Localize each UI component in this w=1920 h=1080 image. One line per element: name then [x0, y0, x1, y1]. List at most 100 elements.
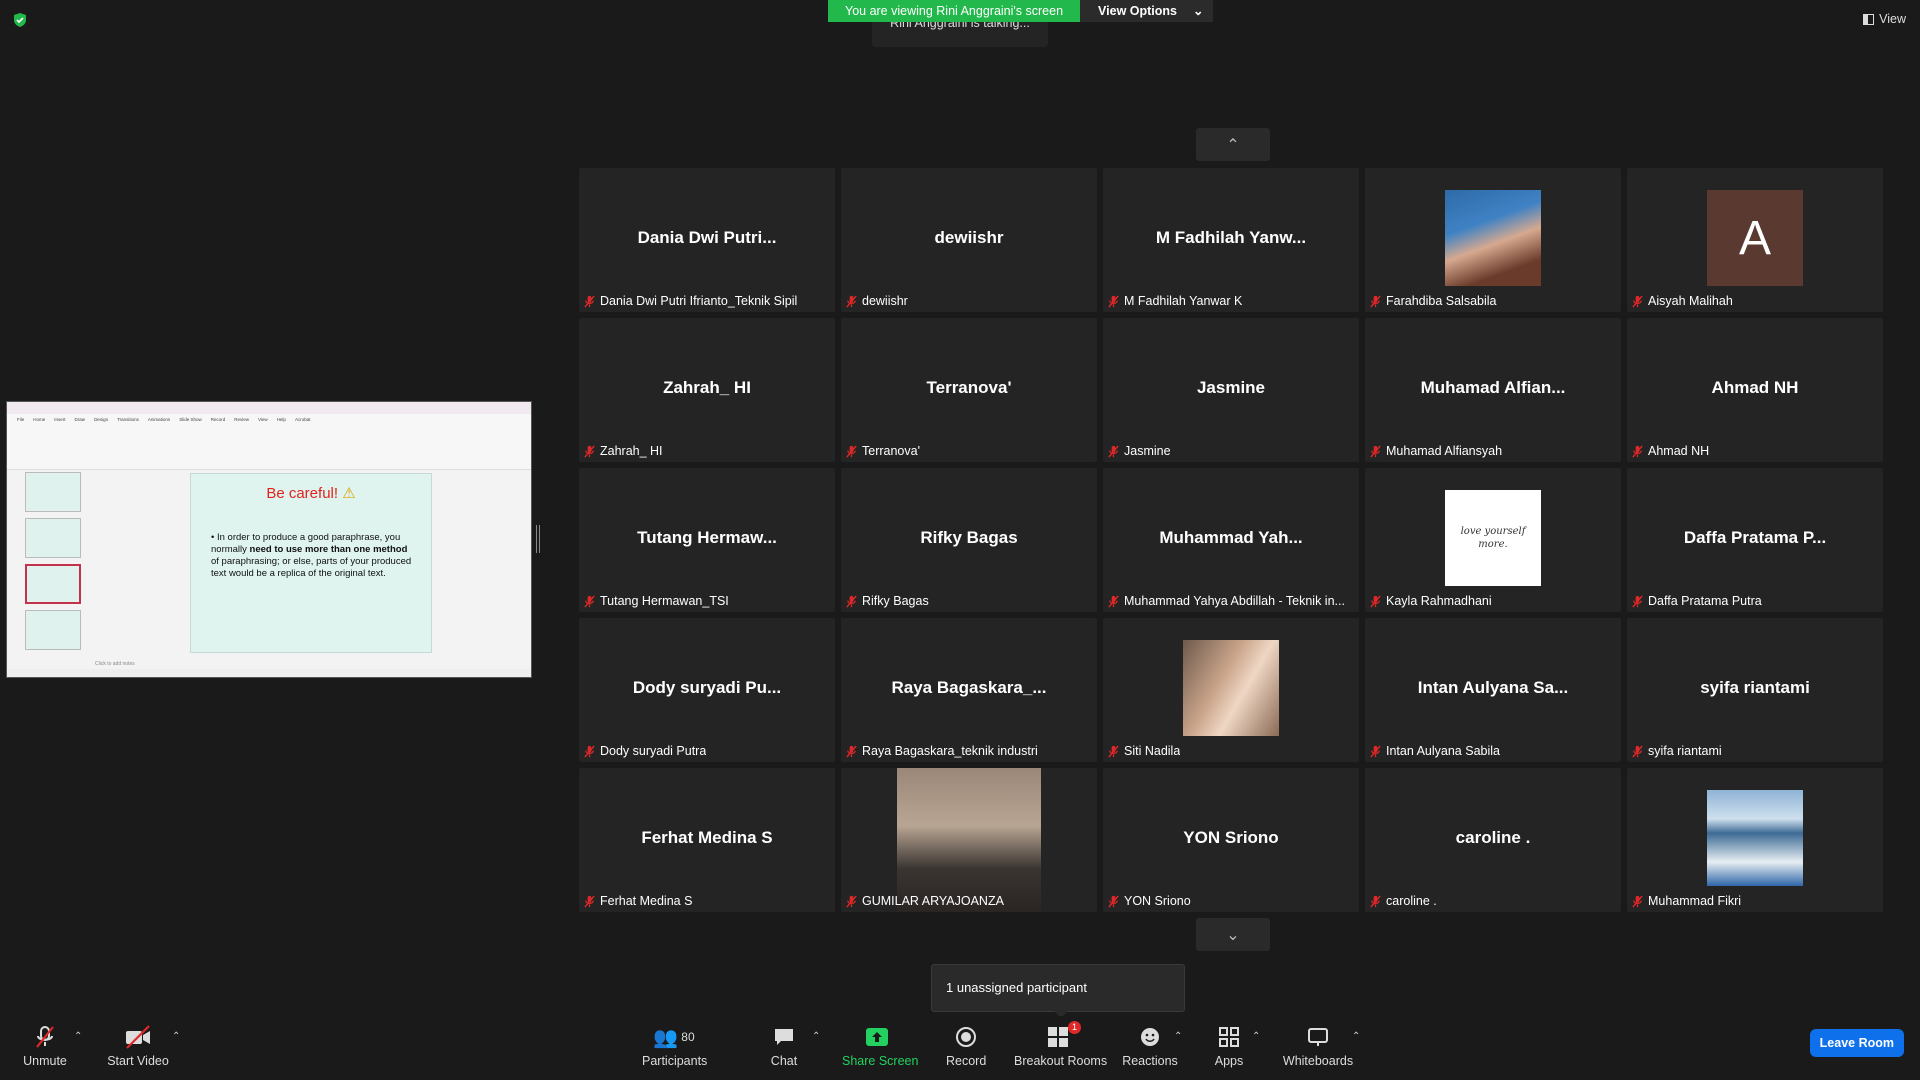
muted-mic-icon — [584, 744, 595, 758]
meeting-toolbar: Unmute ⌃ Start Video ⌃ 👥 80 Participants … — [0, 1016, 1920, 1080]
slide-thumbnails — [15, 472, 83, 667]
ribbon-tab: Acrobat — [294, 417, 311, 422]
participant-tile[interactable]: Ferhat Medina S Ferhat Medina S — [579, 768, 835, 912]
share-screen-label: Share Screen — [842, 1054, 919, 1068]
chat-options-caret[interactable]: ⌃ — [812, 1031, 820, 1042]
unassigned-participant-popover[interactable]: 1 unassigned participant — [931, 964, 1185, 1018]
participant-tile[interactable]: Jasmine Jasmine — [1103, 318, 1359, 462]
participant-tile[interactable]: syifa riantami syifa riantami — [1627, 618, 1883, 762]
participant-tile[interactable]: Dody suryadi Pu... Dody suryadi Putra — [579, 618, 835, 762]
page-up-button[interactable]: ⌃ — [1196, 128, 1270, 161]
participant-name-tag: Rifky Bagas — [845, 594, 929, 608]
participant-display-name: caroline . — [1455, 828, 1531, 847]
participant-name: Rifky Bagas — [862, 594, 929, 608]
record-button[interactable]: Record — [946, 1024, 986, 1068]
participant-name-tag: dewiishr — [845, 294, 908, 308]
muted-mic-icon — [584, 444, 595, 458]
video-options-caret[interactable]: ⌃ — [172, 1031, 180, 1042]
view-layout-button[interactable]: View — [1863, 12, 1906, 26]
profile-picture — [1183, 640, 1279, 736]
chevron-down-icon: ⌄ — [1226, 926, 1240, 944]
page-down-button[interactable]: ⌄ — [1196, 918, 1270, 951]
participant-tile[interactable]: Zahrah_ HI Zahrah_ HI — [579, 318, 835, 462]
participant-tile[interactable]: Intan Aulyana Sa... Intan Aulyana Sabila — [1365, 618, 1621, 762]
participant-name-tag: Terranova' — [845, 444, 920, 458]
whiteboards-options-caret[interactable]: ⌃ — [1352, 1031, 1360, 1042]
muted-mic-icon — [1632, 894, 1643, 908]
participant-tile[interactable]: Muhammad Fikri — [1627, 768, 1883, 912]
participant-display-name: Dody suryadi Pu... — [632, 678, 782, 697]
participant-tile[interactable]: GUMILAR ARYAJOANZA — [841, 768, 1097, 912]
participants-label: Participants — [642, 1054, 708, 1068]
participant-name-tag: Ferhat Medina S — [583, 894, 692, 908]
participant-name: GUMILAR ARYAJOANZA — [862, 894, 1004, 908]
participant-name: Jasmine — [1124, 444, 1171, 458]
participant-tile[interactable]: Dania Dwi Putri... Dania Dwi Putri Ifrian… — [579, 168, 835, 312]
participant-name-tag: Muhammad Yahya Abdillah - Teknik in... — [1107, 594, 1345, 608]
chat-icon — [775, 1029, 793, 1045]
breakout-rooms-button[interactable]: 1 Breakout Rooms — [1014, 1021, 1107, 1068]
participant-tile[interactable]: Farahdiba Salsabila — [1365, 168, 1621, 312]
ribbon-tab: Animations — [147, 417, 171, 422]
participant-tile[interactable]: Raya Bagaskara_... Raya Bagaskara_teknik … — [841, 618, 1097, 762]
participant-tile[interactable]: love yourself more. Kayla Rahmadhani — [1365, 468, 1621, 612]
participant-name: Kayla Rahmadhani — [1386, 594, 1492, 608]
share-screen-icon — [866, 1028, 888, 1046]
security-shield-icon[interactable] — [12, 12, 28, 28]
avatar: A — [1707, 190, 1803, 286]
unmute-button[interactable]: Unmute — [22, 1024, 68, 1068]
participant-name: Zahrah_ HI — [600, 444, 663, 458]
participants-button[interactable]: 👥 80 Participants — [642, 1024, 708, 1069]
reactions-label: Reactions — [1122, 1054, 1178, 1068]
leave-room-button[interactable]: Leave Room — [1809, 1029, 1904, 1057]
reactions-button[interactable]: Reactions — [1122, 1024, 1178, 1068]
view-options-button[interactable]: View Options ⌄ — [1080, 0, 1214, 22]
participant-name-tag: Muhamad Alfiansyah — [1369, 444, 1502, 458]
participant-tile[interactable]: Tutang Hermaw... Tutang Hermawan_TSI — [579, 468, 835, 612]
start-video-label: Start Video — [107, 1054, 169, 1068]
participant-tile[interactable]: Muhamad Alfian... Muhamad Alfiansyah — [1365, 318, 1621, 462]
participant-name: Dania Dwi Putri Ifrianto_Teknik Sipil — [600, 294, 798, 308]
participant-tile[interactable]: Siti Nadila — [1103, 618, 1359, 762]
slide-body-text-2: of paraphrasing; or else, parts of your … — [211, 556, 412, 579]
participant-tile[interactable]: Daffa Pratama P... Daffa Pratama Putra — [1627, 468, 1883, 612]
ribbon-tabs: File Home Insert Draw Design Transitions Anima… — [7, 414, 531, 425]
reactions-options-caret[interactable]: ⌃ — [1174, 1031, 1182, 1042]
chevron-down-icon: ⌄ — [1192, 4, 1204, 18]
shared-app-titlebar — [7, 402, 531, 414]
audio-options-caret[interactable]: ⌃ — [74, 1031, 82, 1042]
participant-name-tag: Tutang Hermawan_TSI — [583, 594, 729, 608]
participant-tile[interactable]: dewiishr dewiishr — [841, 168, 1097, 312]
record-label: Record — [946, 1054, 987, 1068]
ribbon-tab: Home — [33, 417, 46, 422]
participant-name: Terranova' — [862, 444, 920, 458]
participant-tile[interactable]: Rifky Bagas Rifky Bagas — [841, 468, 1097, 612]
participant-tile[interactable]: M Fadhilah Yanw... M Fadhilah Yanwar K — [1103, 168, 1359, 312]
participant-tile[interactable]: caroline . caroline . — [1365, 768, 1621, 912]
apps-options-caret[interactable]: ⌃ — [1252, 1031, 1260, 1042]
resize-handle[interactable] — [536, 525, 540, 553]
share-screen-button[interactable]: Share Screen — [842, 1024, 919, 1068]
participant-tile[interactable]: YON Sriono YON Sriono — [1103, 768, 1359, 912]
whiteboards-button[interactable]: Whiteboards — [1282, 1024, 1354, 1068]
slide-thumbnail-active — [25, 564, 81, 604]
shared-screen-view[interactable]: File Home Insert Draw Design Transitions Anima… — [6, 401, 532, 678]
slide-title: Be careful! ⚠ — [191, 484, 431, 502]
participant-name: caroline . — [1386, 894, 1437, 908]
chat-button[interactable]: Chat — [768, 1024, 800, 1068]
participant-tile[interactable]: Terranova' Terranova' — [841, 318, 1097, 462]
muted-mic-icon — [1370, 744, 1381, 758]
participant-tile[interactable]: A Aisyah Malihah — [1627, 168, 1883, 312]
participant-display-name: dewiishr — [934, 228, 1004, 247]
apps-button[interactable]: Apps — [1214, 1024, 1244, 1068]
participant-tile[interactable]: Ahmad NH Ahmad NH — [1627, 318, 1883, 462]
participant-name-tag: Farahdiba Salsabila — [1369, 294, 1497, 308]
warning-icon: ⚠ — [342, 485, 356, 502]
participants-count: 80 — [681, 1030, 695, 1044]
participant-tile[interactable]: Muhammad Yah... Muhammad Yahya Abdillah -… — [1103, 468, 1359, 612]
whiteboards-label: Whiteboards — [1282, 1054, 1354, 1068]
participant-name-tag: Ahmad NH — [1631, 444, 1709, 458]
start-video-button[interactable]: Start Video — [106, 1024, 170, 1068]
slide-body: • In order to produce a good paraphrase,… — [211, 532, 412, 579]
participant-name: Ahmad NH — [1648, 444, 1710, 458]
